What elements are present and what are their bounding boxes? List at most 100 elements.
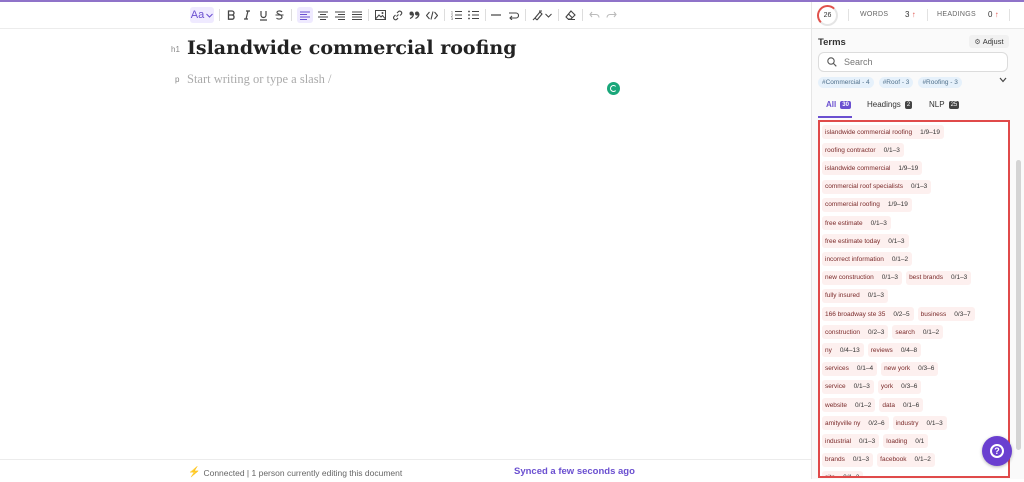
term-count: 0/1–2: [843, 474, 860, 478]
clear-formatting-button[interactable]: [564, 7, 576, 23]
terms-search-input[interactable]: [842, 56, 996, 68]
ordered-list-icon: 123: [451, 11, 462, 20]
tab-headings[interactable]: Headings 2: [867, 100, 913, 109]
bullet-list-icon: [467, 10, 479, 20]
term-chip[interactable]: 166 broadway ste 35 0/2–5: [822, 307, 914, 321]
expand-chips-toggle[interactable]: [999, 76, 1007, 85]
term-count: 0/2–6: [868, 419, 885, 427]
insert-link-button[interactable]: [391, 7, 404, 23]
tab-all[interactable]: All 30: [826, 100, 851, 109]
term-chip[interactable]: website 0/1–2: [822, 398, 876, 412]
grammar-check-icon[interactable]: [607, 82, 620, 95]
term-name: islandwide commercial roofing: [825, 128, 913, 136]
term-chip[interactable]: search 0/1–2: [892, 325, 944, 340]
term-count: 0/1–3: [951, 274, 968, 282]
page-scrollbar[interactable]: [1016, 160, 1021, 450]
topic-chip[interactable]: #Roofing - 3: [918, 77, 962, 88]
tab-nlp-label: NLP: [929, 100, 945, 109]
term-chip[interactable]: commercial roofing 1/9–19: [822, 197, 912, 212]
term-count: 0/3–6: [918, 365, 935, 373]
term-name: new york: [884, 365, 911, 373]
topic-chip[interactable]: #Commercial - 4: [818, 77, 874, 88]
font-size-label: Aa: [190, 9, 205, 21]
term-name: amityville ny: [825, 419, 861, 427]
toolbar-divider: [582, 9, 583, 21]
bullet-list-button[interactable]: [467, 7, 479, 23]
term-chip[interactable]: best brands 0/1–3: [906, 270, 972, 285]
tab-count-badge: 30: [840, 100, 851, 109]
term-count: 0/1–3: [883, 146, 900, 154]
redo-button[interactable]: [605, 7, 617, 23]
chevron-down-icon: [999, 77, 1007, 83]
align-center-button[interactable]: [317, 7, 329, 23]
help-button[interactable]: ?: [982, 436, 1012, 466]
undo-button[interactable]: [588, 7, 600, 23]
code-button[interactable]: [425, 7, 439, 23]
toolbar-divider: [368, 9, 369, 21]
h1-block-tag: h1: [171, 45, 180, 54]
term-chip[interactable]: free estimate 0/1–3: [822, 216, 891, 230]
term-chip[interactable]: industrial 0/1–3: [822, 434, 880, 449]
terms-search[interactable]: [818, 52, 1008, 72]
term-chip[interactable]: business 0/3–7: [917, 307, 975, 321]
term-chip[interactable]: loading 0/1: [883, 434, 929, 449]
term-row: construction 0/2–3 search 0/1–2: [822, 325, 944, 340]
term-chip[interactable]: fully insured 0/1–3: [822, 288, 888, 303]
term-name: free estimate today: [825, 237, 881, 245]
tab-all-label: All: [826, 100, 837, 109]
term-chip[interactable]: service 0/1–3: [822, 379, 874, 394]
term-chip[interactable]: free estimate today 0/1–3: [822, 234, 909, 249]
adjust-button[interactable]: ⚙ Adjust: [969, 35, 1009, 48]
term-chip[interactable]: construction 0/2–3: [822, 325, 889, 340]
term-chip[interactable]: site 0/1–2: [822, 470, 864, 478]
bold-button[interactable]: [225, 7, 237, 23]
term-count: 0/1–2: [855, 401, 872, 409]
align-justify-button[interactable]: [351, 7, 363, 23]
align-right-button[interactable]: [334, 7, 346, 23]
insert-image-button[interactable]: [374, 7, 387, 23]
underline-button[interactable]: [257, 7, 269, 23]
term-name: reviews: [870, 346, 893, 354]
term-chip[interactable]: roofing contractor 0/1–3: [822, 143, 904, 158]
line-break-button[interactable]: [507, 7, 520, 23]
term-chip[interactable]: islandwide commercial 1/9–19: [822, 161, 923, 176]
tab-count-badge: 2: [904, 100, 913, 109]
align-left-button[interactable]: [297, 7, 313, 23]
horizontal-rule-button[interactable]: [490, 7, 502, 23]
term-chip[interactable]: reviews 0/4–8: [867, 343, 922, 358]
ordered-list-button[interactable]: 123: [450, 7, 462, 23]
chevron-down-icon: [206, 13, 214, 18]
term-chip[interactable]: data 0/1–6: [879, 398, 924, 412]
quote-button[interactable]: [408, 7, 421, 23]
term-chip[interactable]: islandwide commercial roofing 1/9–19: [822, 125, 944, 139]
term-chip[interactable]: amityville ny 0/2–6: [822, 416, 889, 431]
term-chip[interactable]: brands 0/1–3: [822, 452, 874, 467]
topic-chip[interactable]: #Roof - 3: [878, 77, 914, 88]
term-chip[interactable]: facebook 0/1–2: [877, 452, 935, 467]
term-chip[interactable]: new construction 0/1–3: [822, 270, 903, 285]
code-icon: [426, 10, 438, 20]
font-size-dropdown[interactable]: Aa: [190, 7, 214, 23]
align-left-icon: [300, 11, 310, 20]
italic-button[interactable]: [241, 7, 253, 23]
tab-nlp[interactable]: NLP 25: [929, 100, 960, 109]
term-chip[interactable]: york 0/3–6: [877, 379, 922, 394]
link-icon: [393, 10, 403, 20]
term-chip[interactable]: services 0/1–4: [822, 361, 878, 376]
term-count: 0/4–8: [900, 346, 918, 354]
term-chip[interactable]: ny 0/4–13: [822, 343, 864, 358]
term-chip[interactable]: incorrect information 0/1–2: [822, 252, 913, 267]
strikethrough-button[interactable]: [273, 7, 285, 23]
help-icon: ?: [990, 444, 1004, 458]
term-chip[interactable]: commercial roof specialists 0/1–3: [822, 179, 932, 194]
highlight-dropdown[interactable]: [531, 7, 553, 23]
toolbar-divider: [219, 9, 220, 21]
term-chip[interactable]: industry 0/1–3: [892, 416, 947, 431]
term-chip[interactable]: new york 0/3–6: [881, 361, 939, 376]
editor-body-placeholder[interactable]: Start writing or type a slash /: [187, 72, 331, 87]
document-title[interactable]: Islandwide commercial roofing: [187, 37, 517, 59]
term-name: incorrect information: [825, 255, 884, 263]
term-name: services: [825, 365, 849, 373]
content-score-gauge[interactable]: 26: [817, 5, 838, 26]
words-value: 3 ↑: [905, 10, 916, 19]
